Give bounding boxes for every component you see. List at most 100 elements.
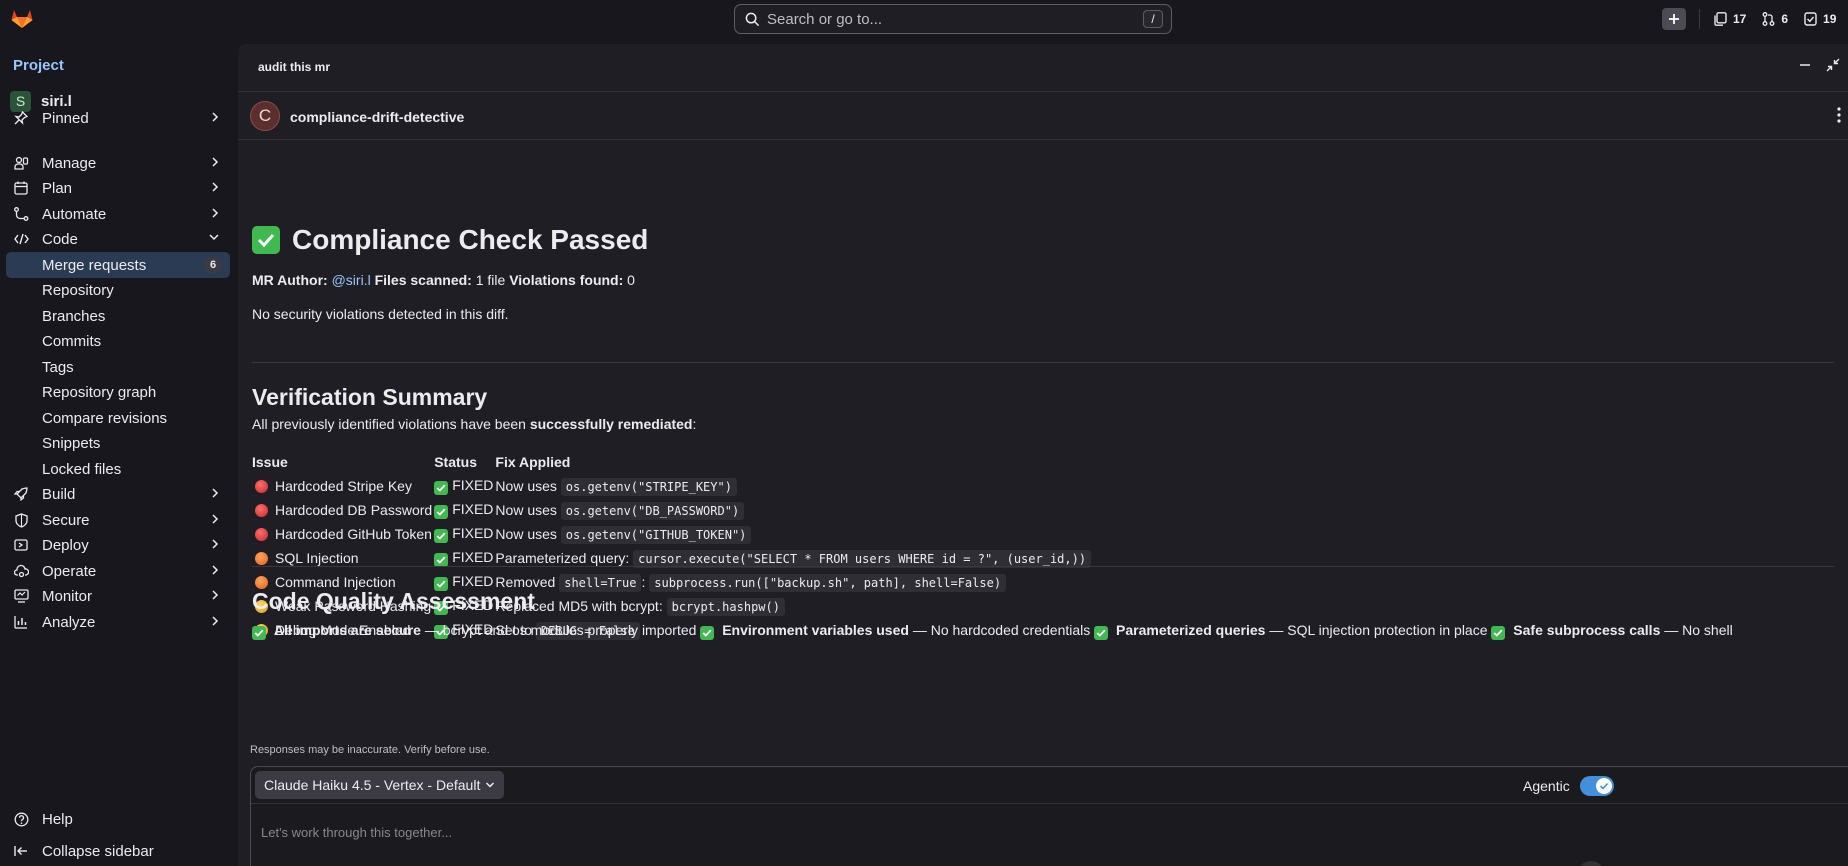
check-mark-icon bbox=[252, 226, 280, 254]
divider bbox=[252, 362, 1834, 363]
merge-request-icon bbox=[1762, 12, 1775, 26]
fix-code: os.getenv("GITHUB_TOKEN") bbox=[560, 526, 752, 544]
agentic-label: Agentic bbox=[1523, 778, 1570, 794]
sidebar: Project S siri.l Pinned Manage Plan Auto… bbox=[0, 38, 236, 866]
sidebar-item-repository[interactable]: Repository bbox=[6, 277, 230, 303]
sidebar-item-build[interactable]: Build bbox=[6, 481, 230, 507]
sidebar-item-code[interactable]: Code bbox=[6, 226, 230, 252]
sidebar-item-plan[interactable]: Plan bbox=[6, 175, 230, 201]
fix-code: os.getenv("STRIPE_KEY") bbox=[560, 478, 737, 496]
intro-text: All previously identified violations hav… bbox=[252, 416, 530, 432]
sidebar-item-label: Commits bbox=[42, 332, 102, 350]
fix-cell: Now uses os.getenv("GITHUB_TOKEN") bbox=[495, 522, 1093, 546]
search-box[interactable]: Search or go to... / bbox=[734, 4, 1172, 34]
issue-cell: Hardcoded DB Password bbox=[252, 498, 434, 522]
sidebar-item-locked-files[interactable]: Locked files bbox=[6, 456, 230, 482]
intro-bold: successfully remediated bbox=[529, 416, 693, 432]
sidebar-item-automate[interactable]: Automate bbox=[6, 201, 230, 227]
send-button[interactable] bbox=[1577, 861, 1605, 866]
sidebar-item-label: Collapse sidebar bbox=[42, 842, 154, 860]
sidebar-item-compare-revisions[interactable]: Compare revisions bbox=[6, 405, 230, 431]
table-row: Hardcoded GitHub Token FIXED Now uses os.g… bbox=[252, 522, 1093, 546]
sidebar-item-repository-graph[interactable]: Repository graph bbox=[6, 379, 230, 405]
monitor-icon bbox=[12, 587, 30, 605]
quality-item-title: All imports are secure bbox=[273, 622, 421, 638]
issues-counter[interactable]: 17 bbox=[1714, 12, 1746, 26]
status-cell: FIXED bbox=[434, 522, 495, 546]
more-options-icon[interactable] bbox=[1836, 106, 1842, 124]
status-text: FIXED bbox=[452, 573, 494, 589]
intro-suffix: : bbox=[692, 416, 697, 432]
chevron-right-icon bbox=[212, 488, 219, 498]
sidebar-item-help[interactable]: Help bbox=[6, 806, 230, 832]
fix-cell: Now uses os.getenv("DB_PASSWORD") bbox=[495, 498, 1093, 522]
model-name: Claude Haiku 4.5 - Vertex - Default bbox=[264, 777, 481, 793]
shield-icon bbox=[12, 511, 30, 529]
author-label: MR Author: bbox=[252, 272, 328, 288]
sidebar-item-collapse[interactable]: Collapse sidebar bbox=[6, 838, 230, 864]
minimize-icon[interactable] bbox=[1798, 58, 1812, 72]
sidebar-item-snippets[interactable]: Snippets bbox=[6, 430, 230, 456]
fix-code: subprocess.run(["backup.sh", path], shel… bbox=[649, 574, 1007, 592]
deploy-icon bbox=[12, 536, 30, 554]
help-icon bbox=[12, 810, 30, 828]
issue-name: Hardcoded GitHub Token bbox=[275, 526, 432, 542]
quality-item-text: — No hardcoded credentials bbox=[908, 622, 1095, 638]
panel-header-actions bbox=[1798, 58, 1840, 72]
sidebar-item-label: Merge requests bbox=[42, 256, 147, 274]
violations-label: Violations found: bbox=[509, 272, 624, 288]
author-link[interactable]: @siri.l bbox=[332, 272, 371, 288]
sidebar-item-label: Repository graph bbox=[42, 383, 157, 401]
fix-text: Now uses bbox=[495, 478, 561, 494]
sidebar-item-label: Build bbox=[42, 485, 76, 503]
quality-items: All imports are secure — bcrypt and os m… bbox=[252, 622, 1733, 640]
message-input[interactable]: Let's work through this together... bbox=[261, 825, 452, 840]
sidebar-item-manage[interactable]: Manage bbox=[6, 150, 230, 176]
create-new-button[interactable] bbox=[1662, 8, 1686, 30]
report-title-text: Compliance Check Passed bbox=[292, 224, 649, 255]
sidebar-item-deploy[interactable]: Deploy bbox=[6, 532, 230, 558]
gitlab-logo-icon[interactable] bbox=[10, 7, 34, 29]
quality-item: All imports are secure — bcrypt and os m… bbox=[252, 622, 700, 640]
search-shortcut-key: / bbox=[1143, 10, 1163, 28]
status-cell: FIXED bbox=[434, 474, 495, 498]
sidebar-item-secure[interactable]: Secure bbox=[6, 507, 230, 533]
check-mark-icon bbox=[1094, 626, 1109, 640]
todos-counter[interactable]: 19 bbox=[1804, 12, 1836, 26]
agentic-toggle[interactable] bbox=[1579, 776, 1614, 796]
sidebar-item-merge-requests[interactable]: Merge requests 6 bbox=[6, 252, 230, 278]
report-title: Compliance Check Passed bbox=[252, 224, 648, 256]
sidebar-item-analyze[interactable]: Analyze bbox=[6, 609, 230, 635]
issue-cell: Hardcoded GitHub Token bbox=[252, 522, 434, 546]
cloud-gear-icon bbox=[12, 562, 30, 580]
severity-red-icon bbox=[255, 504, 268, 517]
status-text: FIXED bbox=[452, 525, 494, 541]
sidebar-item-label: Code bbox=[42, 230, 78, 248]
severity-red-icon bbox=[255, 480, 268, 493]
chevron-right-icon bbox=[212, 182, 219, 192]
sidebar-item-monitor[interactable]: Monitor bbox=[6, 583, 230, 609]
search-icon bbox=[745, 12, 760, 26]
merge-requests-counter[interactable]: 6 bbox=[1762, 12, 1788, 26]
top-bar: Search or go to... / 17 6 19 bbox=[0, 0, 1848, 38]
issues-icon bbox=[1714, 12, 1727, 26]
merge-requests-badge: 6 bbox=[204, 257, 222, 273]
collapse-panel-icon[interactable] bbox=[1826, 58, 1840, 72]
top-divider bbox=[1699, 9, 1700, 29]
model-selector[interactable]: Claude Haiku 4.5 - Vertex - Default bbox=[255, 771, 505, 799]
pin-icon bbox=[12, 109, 30, 127]
sidebar-item-label: Monitor bbox=[42, 587, 93, 605]
quality-item-title: Environment variables used bbox=[722, 622, 909, 638]
sidebar-item-operate[interactable]: Operate bbox=[6, 558, 230, 584]
sidebar-item-pinned[interactable]: Pinned bbox=[6, 105, 230, 131]
sidebar-item-tags[interactable]: Tags bbox=[6, 354, 230, 380]
sidebar-item-branches[interactable]: Branches bbox=[6, 303, 230, 329]
sidebar-item-label: Secure bbox=[42, 511, 90, 529]
sidebar-item-commits[interactable]: Commits bbox=[6, 328, 230, 354]
check-icon bbox=[1599, 782, 1608, 790]
sidebar-item-label: Manage bbox=[42, 154, 97, 172]
chevron-down-icon bbox=[486, 782, 495, 788]
sidebar-item-label: Locked files bbox=[42, 460, 122, 478]
agent-avatar: C bbox=[250, 101, 280, 131]
sidebar-item-label: Pinned bbox=[42, 109, 89, 127]
